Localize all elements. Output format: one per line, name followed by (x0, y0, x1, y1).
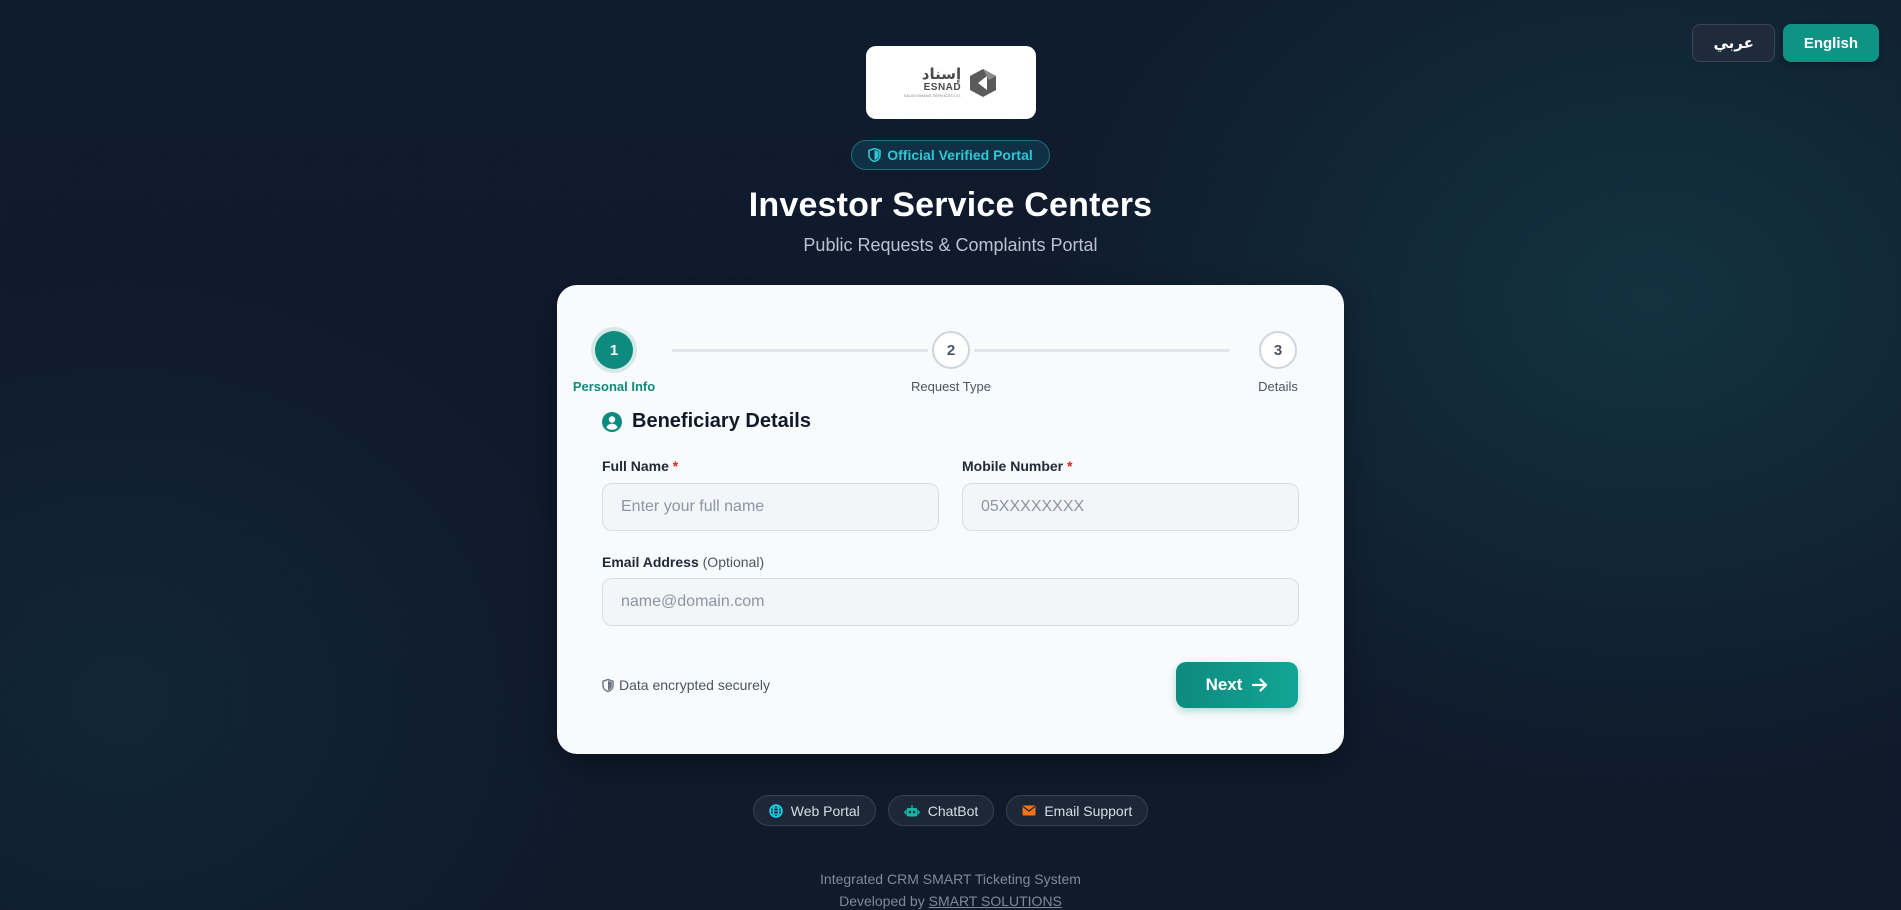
logo-arabic-text: إسناد (921, 65, 962, 83)
channel-label: Web Portal (790, 802, 860, 819)
full-name-label-text: Full Name (602, 458, 669, 474)
progress-stepper: 1 Personal Info 2 Request Type 3 Details (554, 331, 1344, 394)
verified-portal-badge: Official Verified Portal (851, 140, 1050, 170)
required-mark: * (1067, 458, 1073, 474)
step-number: 3 (1259, 331, 1297, 369)
page-title: Investor Service Centers (748, 186, 1153, 224)
mobile-number-label: Mobile Number * (962, 458, 1072, 474)
optional-text: (Optional) (702, 554, 765, 570)
page-footer: Integrated CRM SMART Ticketing System De… (0, 868, 1901, 910)
globe-icon (768, 803, 783, 818)
esnad-logo-mark-icon (970, 68, 997, 97)
robot-icon (904, 804, 920, 816)
system-name: Integrated CRM SMART Ticketing System (820, 871, 1081, 887)
developed-by-text: Developed by (839, 893, 925, 909)
channel-label: ChatBot (927, 802, 979, 819)
shield-icon (868, 148, 882, 162)
email-input[interactable] (602, 578, 1299, 626)
chatbot-link[interactable]: ChatBot (887, 795, 995, 826)
next-button-label: Next (1205, 675, 1243, 694)
page-subtitle: Public Requests & Complaints Portal (803, 235, 1098, 255)
logo-tagline: SAUDI MINING SERVICES CO. (903, 92, 962, 98)
web-portal-link[interactable]: Web Portal (752, 795, 876, 826)
email-support-link[interactable]: Email Support (1006, 795, 1149, 826)
section-title-text: Beneficiary Details (632, 410, 811, 432)
page-header: إسناد ESNAD SAUDI MINING SERVICES CO. Of… (0, 46, 1901, 256)
email-label: Email Address (Optional) (602, 554, 764, 570)
logo-text: إسناد ESNAD SAUDI MINING SERVICES CO. (903, 65, 962, 98)
secure-note: Data encrypted securely (602, 677, 770, 693)
badge-label: Official Verified Portal (887, 147, 1033, 163)
step-label: Request Type (911, 379, 991, 394)
logo-english-text: ESNAD (923, 81, 962, 93)
step-details[interactable]: 3 Details (1218, 331, 1338, 394)
step-label: Details (1258, 379, 1298, 394)
step-personal-info[interactable]: 1 Personal Info (554, 331, 674, 394)
next-button[interactable]: Next (1176, 662, 1298, 708)
required-mark: * (672, 458, 679, 474)
envelope-icon (1022, 805, 1036, 816)
request-form-card: 1 Personal Info 2 Request Type 3 Details… (557, 285, 1344, 754)
user-circle-icon (602, 411, 622, 432)
secure-note-text: Data encrypted securely (619, 677, 770, 693)
step-connector (672, 349, 928, 352)
developer-link[interactable]: SMART SOLUTIONS (929, 893, 1062, 909)
step-connector (974, 349, 1230, 352)
full-name-label: Full Name * (602, 458, 678, 474)
developer-credit: Developed by SMART SOLUTIONS (0, 890, 1901, 910)
channel-label: Email Support (1044, 802, 1133, 819)
step-request-type[interactable]: 2 Request Type (891, 331, 1011, 394)
step-number: 1 (595, 331, 633, 369)
arrow-right-icon (1252, 678, 1268, 692)
section-title: Beneficiary Details (602, 410, 811, 433)
full-name-input[interactable] (602, 483, 939, 531)
mobile-number-input[interactable] (962, 483, 1299, 531)
shield-icon (602, 678, 614, 692)
support-channels: Web Portal ChatBot Email Support (0, 795, 1901, 826)
esnad-logo: إسناد ESNAD SAUDI MINING SERVICES CO. (865, 46, 1036, 119)
step-number: 2 (932, 331, 970, 369)
email-label-text: Email Address (602, 554, 699, 570)
step-label: Personal Info (572, 379, 656, 394)
mobile-number-label-text: Mobile Number (962, 458, 1064, 474)
